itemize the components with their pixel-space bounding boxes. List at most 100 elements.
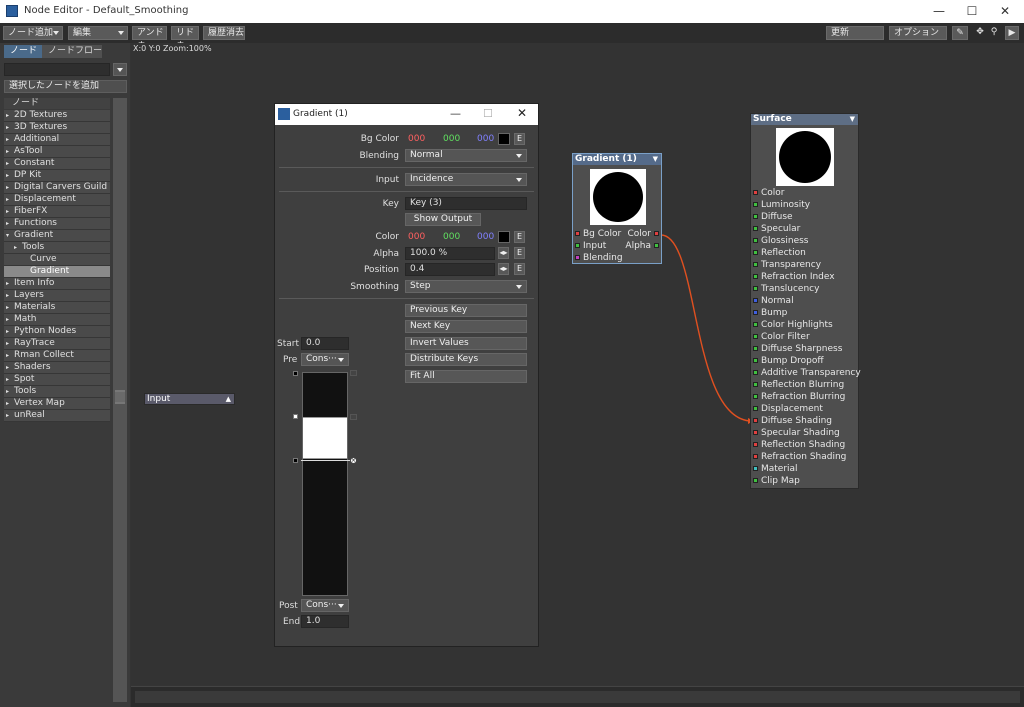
port-connector-icon[interactable] xyxy=(753,406,758,411)
clear-history-button[interactable]: 履歴消去 xyxy=(203,26,245,40)
port-connector-icon[interactable] xyxy=(753,430,758,435)
port-connector-icon[interactable] xyxy=(753,382,758,387)
start-field[interactable]: 0.0 xyxy=(301,337,349,350)
port-connector-icon[interactable] xyxy=(753,358,758,363)
port-connector-icon[interactable] xyxy=(753,478,758,483)
dialog-maximize-button[interactable]: ☐ xyxy=(483,107,493,120)
node-port[interactable]: Bg Color xyxy=(575,228,625,240)
post-dropdown[interactable]: Cons··· xyxy=(301,599,349,612)
node-port[interactable]: Luminosity xyxy=(753,199,858,211)
fit-all-button[interactable]: Fit All xyxy=(405,370,527,383)
input-dropdown[interactable]: Incidence xyxy=(405,173,527,186)
previous-key-button[interactable]: Previous Key xyxy=(405,304,527,317)
node-category-item[interactable]: ▸ Constant xyxy=(4,158,110,170)
port-connector-icon[interactable] xyxy=(753,286,758,291)
color-envelope-button[interactable]: E xyxy=(514,231,525,243)
port-connector-icon[interactable] xyxy=(753,214,758,219)
node-category-item[interactable]: ▸ RayTrace xyxy=(4,338,110,350)
node-category-item[interactable]: ▸ Spot xyxy=(4,374,110,386)
alpha-field[interactable]: 100.0 % xyxy=(405,247,495,260)
surface-node[interactable]: Surface ▼ Color Luminosity Diffuse Specular… xyxy=(750,113,861,489)
color-swatch[interactable] xyxy=(498,231,510,243)
node-category-item[interactable]: ▸ Math xyxy=(4,314,110,326)
port-connector-icon[interactable] xyxy=(753,226,758,231)
node-category-item[interactable]: ▸ DP Kit xyxy=(4,170,110,182)
node-port[interactable]: Color xyxy=(753,187,858,199)
port-connector-icon[interactable] xyxy=(753,346,758,351)
node-category-item[interactable]: ▸ Vertex Map xyxy=(4,398,110,410)
collapse-arrow-icon[interactable]: ▼ xyxy=(850,114,855,125)
node-category-item[interactable]: ▾ Gradient xyxy=(4,230,110,242)
scrollbar-thumb[interactable] xyxy=(115,390,125,404)
node-category-item[interactable]: ▸ Displacement xyxy=(4,194,110,206)
port-connector-icon[interactable] xyxy=(753,466,758,471)
collapse-arrow-icon[interactable]: ▼ xyxy=(653,154,658,165)
node-category-item[interactable]: ▸ Additional xyxy=(4,134,110,146)
node-port[interactable]: Alpha xyxy=(619,240,659,252)
invert-values-button[interactable]: Invert Values xyxy=(405,337,527,350)
port-connector-icon[interactable] xyxy=(753,262,758,267)
surface-node-header[interactable]: Surface ▼ xyxy=(751,114,858,125)
dialog-close-button[interactable]: ✕ xyxy=(517,106,527,120)
bg-color-g[interactable]: 000 xyxy=(443,134,460,144)
blending-dropdown[interactable]: Normal xyxy=(405,149,527,162)
gradient-node-header[interactable]: Gradient (1) ▼ xyxy=(573,154,661,165)
key-marker-black[interactable] xyxy=(293,458,298,463)
node-category-item[interactable]: ▸ Tools xyxy=(4,242,110,254)
redo-button[interactable]: リドゥ xyxy=(171,26,199,50)
node-port[interactable]: Input xyxy=(575,240,625,252)
node-port[interactable]: Diffuse xyxy=(753,211,858,223)
port-connector-icon[interactable] xyxy=(654,231,659,236)
search-input[interactable] xyxy=(4,63,110,76)
position-field[interactable]: 0.4 xyxy=(405,263,495,276)
node-port[interactable]: Reflection Blurring xyxy=(753,379,858,391)
key-handle-white[interactable] xyxy=(350,414,357,420)
move-icon[interactable]: ✥ xyxy=(974,26,986,40)
bg-color-b[interactable]: 000 xyxy=(477,134,494,144)
port-connector-icon[interactable] xyxy=(575,231,580,236)
node-port[interactable]: Refraction Shading xyxy=(753,451,858,463)
node-category-item[interactable]: Curve xyxy=(4,254,110,266)
key-marker-start[interactable] xyxy=(293,371,298,376)
zoom-icon[interactable]: ⚲ xyxy=(988,26,1000,40)
options-button[interactable]: オプション xyxy=(889,26,947,40)
node-port[interactable]: Refraction Index xyxy=(753,271,858,283)
node-category-item[interactable]: ▸ Python Nodes xyxy=(4,326,110,338)
port-connector-icon[interactable] xyxy=(753,202,758,207)
position-envelope-button[interactable]: E xyxy=(514,263,525,275)
port-connector-icon[interactable] xyxy=(654,243,659,248)
position-slider-icon[interactable]: ◂▸ xyxy=(498,263,509,275)
node-port[interactable]: Displacement xyxy=(753,403,858,415)
node-port[interactable]: Translucency xyxy=(753,283,858,295)
alpha-slider-icon[interactable]: ◂▸ xyxy=(498,247,509,259)
node-port[interactable]: Normal xyxy=(753,295,858,307)
node-port[interactable]: Reflection xyxy=(753,247,858,259)
port-connector-icon[interactable] xyxy=(753,334,758,339)
node-port[interactable]: Material xyxy=(753,463,858,475)
pre-dropdown[interactable]: Cons··· xyxy=(301,353,349,366)
update-button[interactable]: 更新 xyxy=(826,26,884,40)
edit-menu[interactable]: 編集 xyxy=(68,26,128,40)
node-category-item[interactable]: Gradient xyxy=(4,266,110,278)
node-category-item[interactable]: ▸ Digital Carvers Guild xyxy=(4,182,110,194)
node-port[interactable]: Reflection Shading xyxy=(753,439,858,451)
node-category-item[interactable]: ▸ Materials xyxy=(4,302,110,314)
node-port[interactable]: Refraction Blurring xyxy=(753,391,858,403)
alpha-envelope-button[interactable]: E xyxy=(514,247,525,259)
port-connector-icon[interactable] xyxy=(753,454,758,459)
port-connector-icon[interactable] xyxy=(753,298,758,303)
port-connector-icon[interactable] xyxy=(753,370,758,375)
gradient-bar[interactable] xyxy=(302,372,348,596)
node-category-item[interactable]: ▸ Rman Collect xyxy=(4,350,110,362)
search-dropdown[interactable] xyxy=(113,63,127,76)
node-category-item[interactable]: ▸ 3D Textures xyxy=(4,122,110,134)
port-connector-icon[interactable] xyxy=(753,418,758,423)
node-category-item[interactable]: ▸ 2D Textures xyxy=(4,110,110,122)
node-port[interactable]: Diffuse Shading xyxy=(753,415,858,427)
bg-color-r[interactable]: 000 xyxy=(408,134,425,144)
minimize-button[interactable]: — xyxy=(922,0,956,23)
node-port[interactable]: Diffuse Sharpness xyxy=(753,343,858,355)
node-port[interactable]: Color Filter xyxy=(753,331,858,343)
show-output-button[interactable]: Show Output xyxy=(405,213,481,226)
add-selected-button[interactable]: 選択したノードを追加 xyxy=(4,80,127,93)
